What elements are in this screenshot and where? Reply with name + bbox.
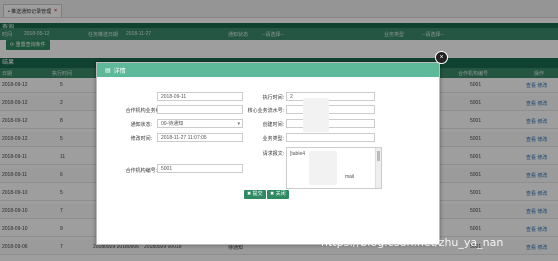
detail-dialog: ▤ 详情 日期: 2018-09-11 执行时间: 2 合作机构业务编号: 核心… (96, 62, 440, 245)
exec-field[interactable]: 2 (286, 92, 375, 101)
create-time-field[interactable] (286, 119, 375, 128)
biz-type-label: 业务类型: (262, 136, 284, 142)
submit-button[interactable]: ✖ 提交 (244, 190, 266, 199)
create-time-label: 创建时间: (262, 122, 284, 128)
core-serial-label: 核心业务流水号: (247, 108, 284, 114)
org-no-field[interactable]: 5001 (157, 164, 243, 173)
org-no-label: 合作机构编号: (125, 168, 157, 174)
org-biz-field[interactable] (157, 105, 243, 114)
watermark-text: https://blog.csdn.net/zhu_ya_nan (321, 236, 504, 249)
list-icon: ▤ (105, 68, 111, 74)
notify-status-label: 通知状态: (130, 122, 152, 128)
notify-status-select[interactable]: 00-待通知 ▾ (157, 119, 243, 128)
textarea-scrollbar[interactable] (375, 148, 381, 188)
update-time-label: 修改时间: (130, 136, 152, 142)
dialog-header: ▤ 详情 (97, 63, 439, 77)
core-serial-field[interactable] (286, 105, 375, 114)
chevron-down-icon: ▾ (237, 121, 240, 127)
redacted-area (303, 98, 329, 132)
request-msg-label: 请求报文: (262, 151, 284, 157)
biz-type-field[interactable] (286, 133, 375, 142)
dialog-title: 详情 (113, 69, 126, 75)
close-dialog-button[interactable]: ✖ 关闭 (267, 190, 289, 199)
notify-status-value: 00-待通知 (161, 121, 184, 127)
request-msg-text-2: mail (345, 174, 355, 180)
redacted-area (309, 151, 337, 185)
update-time-field[interactable]: 2018-11-27 11:07:05 (157, 133, 243, 142)
close-icon[interactable]: × (435, 51, 448, 64)
exec-label: 执行时间: (262, 95, 284, 101)
date-field[interactable]: 2018-09-11 (157, 92, 243, 101)
